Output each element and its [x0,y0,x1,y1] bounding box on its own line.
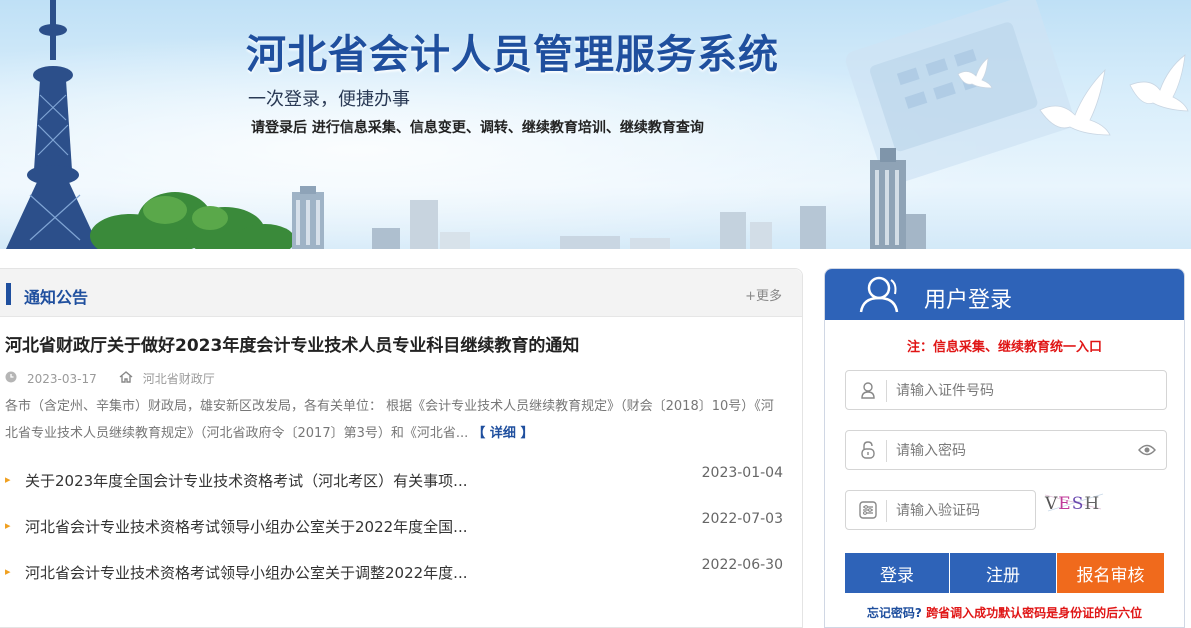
captcha-text: VESH [1044,494,1100,514]
captcha-icon [858,500,878,520]
default-password-note: 跨省调入成功默认密码是身份证的后六位 [926,606,1143,620]
arrow-right-icon: ▸ [5,473,11,486]
login-note: 注：信息采集、继续教育统一入口 [906,340,1102,355]
banner-subtitle: 一次登录，便捷办事 [248,89,410,110]
detail-link[interactable]: 【 详细 】 [472,426,533,441]
login-header: 用户登录 [825,269,1184,320]
user-icon [855,274,903,318]
news-item-title: 河北省会计专业技术资格考试领导小组办公室关于调整2022年度... [25,564,468,582]
eye-icon[interactable] [1138,442,1156,461]
notice-header: 通知公告 +更多 [0,269,802,317]
field-separator [886,380,887,402]
forgot-password-link[interactable]: 忘记密码? [867,606,922,620]
news-item-title: 河北省会计专业技术资格考试领导小组办公室关于2022年度全国... [25,518,468,536]
featured-notice-title[interactable]: 河北省财政厅关于做好2023年度会计专业技术人员专业科目继续教育的通知 [5,331,579,356]
news-item-title: 关于2023年度全国会计专业技术资格考试（河北考区）有关事项... [25,472,468,490]
password-input[interactable] [896,439,1126,463]
captcha-char: V [1044,494,1058,514]
news-item[interactable]: ▸ 关于2023年度全国会计专业技术资格考试（河北考区）有关事项... 2023… [5,465,783,492]
field-separator [886,440,887,462]
captcha-char: H [1084,494,1100,514]
lock-icon [858,440,878,460]
news-item[interactable]: ▸ 河北省会计专业技术资格考试领导小组办公室关于2022年度全国... 2022… [5,511,783,538]
login-title: 用户登录 [924,288,1013,313]
banner-title: 河北省会计人员管理服务系统 [246,32,779,78]
banner: 河北省会计人员管理服务系统 一次登录，便捷办事 请登录后 进行信息采集、信息变更… [0,0,1191,249]
captcha-char: S [1072,494,1085,514]
featured-notice-date: 2023-03-17 [27,371,97,386]
home-icon [119,371,133,386]
id-number-field [845,370,1167,410]
person-icon [858,380,878,400]
login-actions: 登录 注册 报名审核 [845,553,1164,593]
captcha-field [845,490,1126,530]
captcha-image[interactable]: VESH [1043,489,1105,515]
captcha-char: E [1058,494,1071,514]
featured-notice-meta: 2023-03-17 河北省财政厅 [5,370,215,387]
more-link[interactable]: +更多 [745,285,782,304]
login-button[interactable]: 登录 [845,553,950,593]
banner-description: 请登录后 进行信息采集、信息变更、调转、继续教育培训、继续教育查询 [251,120,704,136]
featured-notice-source: 河北省财政厅 [142,372,215,386]
login-panel: 用户登录 注：信息采集、继续教育统一入口 VESH [824,268,1185,628]
password-field [845,430,1167,470]
news-item-date: 2022-06-30 [701,557,783,573]
featured-notice-summary-text: 各市（含定州、辛集市）财政局，雄安新区改发局，各有关单位： 根据《会计专业技术人… [5,399,774,441]
arrow-right-icon: ▸ [5,565,11,578]
field-separator [886,500,887,522]
news-item-date: 2022-07-03 [701,511,783,527]
notice-panel: 通知公告 +更多 河北省财政厅关于做好2023年度会计专业技术人员专业科目继续教… [0,268,803,628]
featured-notice-summary: 各市（含定州、辛集市）财政局，雄安新区改发局，各有关单位： 根据《会计专业技术人… [5,393,785,447]
login-footer: 忘记密码? 跨省调入成功默认密码是身份证的后六位 [825,604,1184,621]
id-number-input[interactable] [896,379,1126,403]
registration-audit-button[interactable]: 报名审核 [1057,553,1164,593]
news-item[interactable]: ▸ 河北省会计专业技术资格考试领导小组办公室关于调整2022年度... 2022… [5,557,783,584]
news-item-date: 2023-01-04 [701,465,783,481]
clock-icon [5,371,17,386]
register-button[interactable]: 注册 [950,553,1057,593]
notice-header-bar [6,283,11,305]
arrow-right-icon: ▸ [5,519,11,532]
notice-title: 通知公告 [24,288,89,307]
